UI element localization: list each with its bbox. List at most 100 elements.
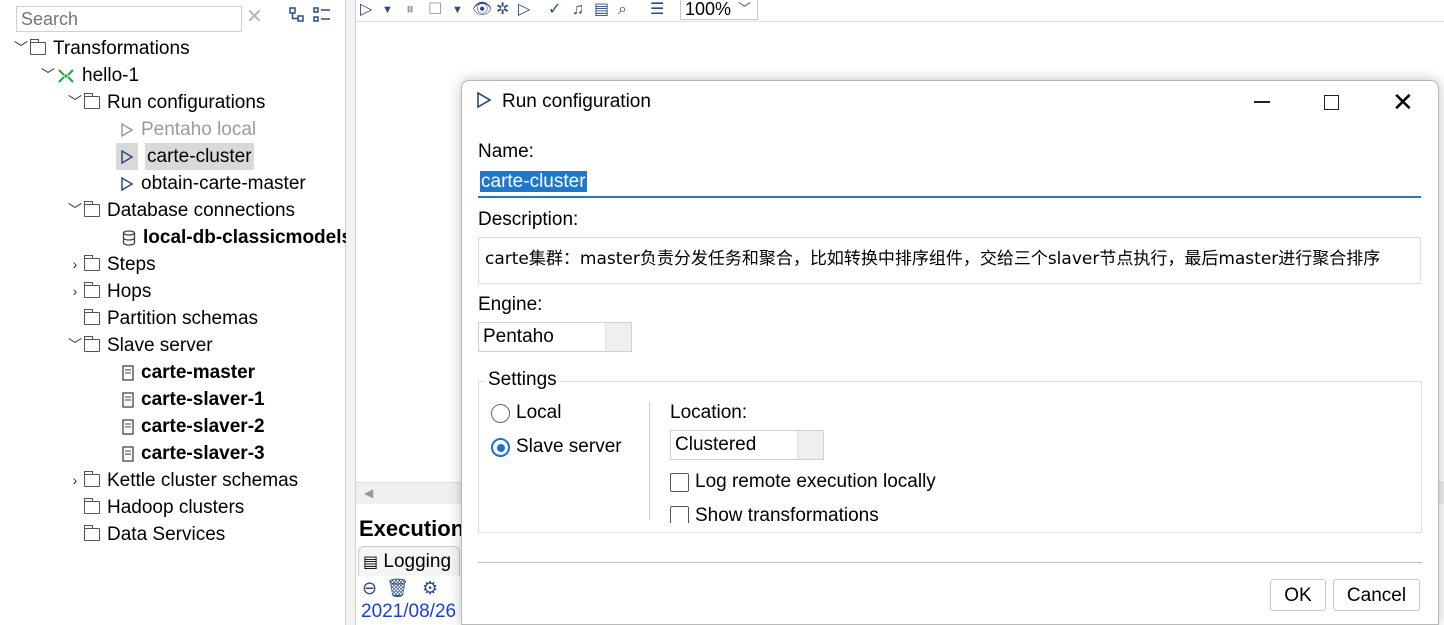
folder-icon bbox=[83, 201, 100, 217]
tree-item-partition-schemas[interactable]: Partition schemas bbox=[66, 305, 258, 332]
explore-db-icon[interactable]: ⌕ bbox=[618, 1, 627, 19]
clear-search-icon[interactable]: ✕ bbox=[246, 4, 263, 29]
zoom-select[interactable]: 100% ﹀ bbox=[680, 0, 758, 20]
tree-item-label: Data Services bbox=[107, 524, 226, 545]
tree-item-hops[interactable]: › Hops bbox=[66, 278, 152, 305]
minimize-icon[interactable] bbox=[1254, 101, 1270, 103]
ok-button[interactable]: OK bbox=[1270, 579, 1326, 611]
tree-item-slave-server[interactable]: ﹀ Slave server bbox=[66, 332, 213, 359]
run-dropdown-icon[interactable]: ▼ bbox=[382, 1, 393, 19]
replay-icon[interactable]: ▷ bbox=[518, 1, 530, 19]
search-input[interactable] bbox=[16, 6, 242, 32]
tree-item-label: carte-slaver-2 bbox=[141, 416, 265, 437]
tree-item-label: local-db-classicmodels bbox=[143, 227, 346, 248]
verify-icon[interactable]: ✓ bbox=[548, 1, 561, 19]
radio-slave-server[interactable] bbox=[491, 438, 510, 457]
chevron-down-icon[interactable]: ﹀ bbox=[12, 35, 30, 62]
chevron-down-icon[interactable]: ﹀ bbox=[39, 62, 57, 89]
stop-icon[interactable]: ☐ bbox=[428, 1, 442, 19]
expand-all-icon[interactable] bbox=[289, 7, 305, 28]
tree-item-label: Steps bbox=[107, 254, 156, 275]
folder-icon bbox=[83, 255, 100, 271]
run-icon bbox=[116, 143, 138, 170]
tree-item-data-services[interactable]: Data Services bbox=[66, 521, 225, 548]
folder-icon bbox=[83, 309, 100, 325]
tree-item-obtain-carte-master[interactable]: obtain-carte-master bbox=[120, 170, 306, 197]
close-icon[interactable]: ✕ bbox=[1392, 87, 1414, 117]
tree-item-hello[interactable]: ﹀ hello-1 bbox=[39, 62, 139, 89]
tab-logging[interactable]: ▤ Logging bbox=[358, 546, 460, 576]
tree-item-label: carte-slaver-3 bbox=[141, 443, 265, 464]
show-results-icon[interactable]: ☰ bbox=[650, 1, 664, 19]
tree-item-run-configurations[interactable]: ﹀ Run configurations bbox=[66, 89, 265, 116]
tree-item-hadoop-clusters[interactable]: Hadoop clusters bbox=[66, 494, 244, 521]
chevron-right-icon[interactable]: › bbox=[66, 278, 84, 305]
chevron-right-icon[interactable]: › bbox=[66, 251, 84, 278]
tree-item-label: Hadoop clusters bbox=[107, 497, 245, 518]
tree-item-carte-slaver-2[interactable]: carte-slaver-2 bbox=[122, 413, 265, 440]
chevron-down-icon[interactable]: ﹀ bbox=[66, 89, 84, 116]
log-icon: ▤ bbox=[363, 554, 379, 571]
preview-icon[interactable]: 👁 bbox=[472, 1, 492, 19]
tree-item-pentaho-local[interactable]: Pentaho local bbox=[120, 116, 256, 143]
pause-icon[interactable]: ⏸ bbox=[406, 1, 414, 19]
chevron-down-icon[interactable]: ﹀ bbox=[66, 197, 84, 224]
settings-label: Settings bbox=[486, 369, 559, 391]
tree-item-label: Transformations bbox=[53, 38, 190, 59]
maximize-icon[interactable] bbox=[1324, 95, 1339, 110]
debug-icon[interactable]: ✲ bbox=[496, 1, 509, 19]
clear-log-icon[interactable]: ⊖ bbox=[362, 578, 377, 598]
location-value: Clustered bbox=[675, 434, 757, 455]
tree-item-database-connections[interactable]: ﹀ Database connections bbox=[66, 197, 295, 224]
tree-item-db-local[interactable]: local-db-classicmodels bbox=[122, 224, 346, 251]
scroll-left-icon[interactable]: ◀ bbox=[364, 486, 373, 500]
folder-icon bbox=[83, 336, 100, 352]
log-controls: ⊖ 🗑 ⚙ bbox=[362, 578, 438, 599]
tree-item-label: Run configurations bbox=[107, 92, 266, 113]
location-select[interactable]: Clustered bbox=[670, 430, 824, 460]
tree-item-label: Partition schemas bbox=[107, 308, 259, 329]
collapse-all-icon[interactable] bbox=[313, 7, 331, 28]
tree-item-carte-slaver-3[interactable]: carte-slaver-3 bbox=[122, 440, 265, 467]
name-field[interactable]: carte-cluster bbox=[478, 169, 1421, 198]
dialog-separator bbox=[478, 562, 1422, 563]
panel-splitter[interactable] bbox=[346, 0, 356, 625]
show-transformations-checkbox[interactable] bbox=[670, 506, 689, 523]
tree-item-label: carte-slaver-1 bbox=[141, 389, 265, 410]
chevron-down-icon: ﹀ bbox=[737, 1, 751, 16]
settings-divider bbox=[649, 402, 650, 520]
server-icon bbox=[122, 391, 134, 408]
tree-item-carte-master[interactable]: carte-master bbox=[122, 359, 255, 386]
tree-item-label: carte-cluster bbox=[145, 143, 254, 170]
stop-dropdown-icon[interactable]: ▼ bbox=[452, 1, 463, 19]
tree-item-kettle-cluster-schemas[interactable]: › Kettle cluster schemas bbox=[66, 467, 298, 494]
impact-icon[interactable]: ♫ bbox=[572, 1, 584, 19]
server-icon bbox=[122, 364, 134, 381]
description-field[interactable]: carte集群：master负责分发任务和聚合，比如转换中排序组件，交给三个sl… bbox=[478, 237, 1421, 284]
chevron-right-icon[interactable]: › bbox=[66, 467, 84, 494]
radio-slave-server-label: Slave server bbox=[516, 436, 622, 457]
tree-item-transformations[interactable]: ﹀ Transformations bbox=[12, 35, 190, 62]
radio-local[interactable] bbox=[491, 404, 510, 423]
tree-item-label: obtain-carte-master bbox=[141, 173, 306, 194]
description-label: Description: bbox=[478, 209, 579, 230]
location-label: Location: bbox=[670, 402, 748, 423]
explorer-panel: ✕ ﹀ Transformations ﹀ hello-1 ﹀ Run conf… bbox=[0, 0, 346, 625]
tree-item-carte-cluster[interactable]: carte-cluster bbox=[116, 143, 254, 170]
log-remote-checkbox[interactable] bbox=[670, 473, 689, 492]
run-icon[interactable]: ▷ bbox=[360, 1, 372, 19]
folder-icon bbox=[83, 282, 100, 298]
trash-icon[interactable]: 🗑 bbox=[386, 578, 409, 598]
cancel-button[interactable]: Cancel bbox=[1333, 579, 1420, 611]
name-label: Name: bbox=[478, 141, 534, 162]
server-icon bbox=[122, 418, 134, 435]
tree-item-label: Slave server bbox=[107, 335, 213, 356]
tree-item-steps[interactable]: › Steps bbox=[66, 251, 156, 278]
settings-icon[interactable]: ⚙ bbox=[422, 578, 438, 598]
tree-item-label: hello-1 bbox=[82, 65, 140, 86]
sql-icon[interactable]: ▤ bbox=[594, 1, 609, 19]
chevron-down-icon[interactable]: ﹀ bbox=[66, 332, 84, 359]
tree-item-carte-slaver-1[interactable]: carte-slaver-1 bbox=[122, 386, 265, 413]
engine-select[interactable]: Pentaho bbox=[478, 322, 632, 352]
folder-icon bbox=[83, 471, 100, 487]
